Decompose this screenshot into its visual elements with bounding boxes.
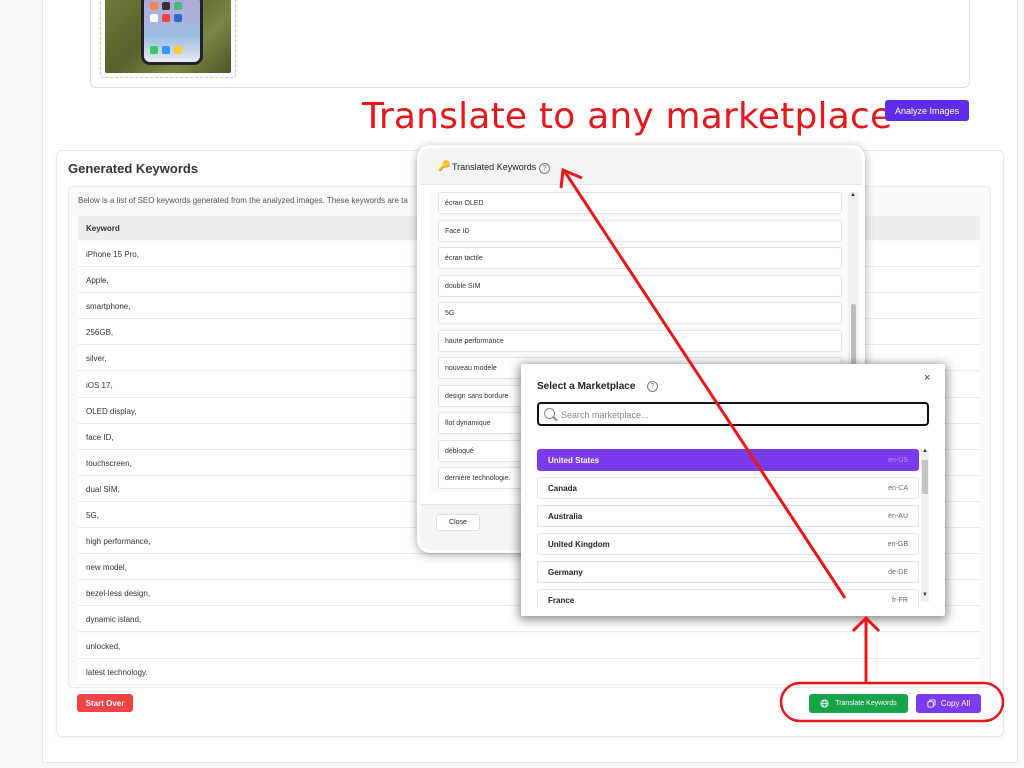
translated-keyword-text: Face ID [445, 227, 470, 235]
table-row: unlocked, [78, 632, 980, 659]
keyword-cell: 5G, [86, 511, 99, 520]
translated-keyword-text: design sans bordure [445, 392, 509, 400]
globe-icon [820, 699, 829, 708]
keyword-cell: dual SIM, [86, 484, 120, 494]
keyword-cell: unlocked, [86, 641, 121, 651]
marketplace-locale-code: en-GB [887, 541, 908, 548]
marketplace-name: Germany [548, 568, 583, 577]
marketplace-name: United States [548, 456, 600, 465]
copy-all-label: Copy All [940, 699, 971, 708]
keyword-cell: dynamic island, [86, 615, 142, 625]
question-circle-icon[interactable]: ? [539, 163, 550, 174]
list-item: haute performance [438, 329, 842, 352]
keyword-cell: iOS 17, [86, 380, 113, 390]
keyword-column-header: Keyword [86, 224, 120, 233]
translated-modal-title: Translated Keywords [452, 162, 537, 172]
keyword-cell: Apple, [86, 276, 109, 286]
keyword-cell: silver, [86, 354, 107, 364]
keyword-cell: face ID, [86, 432, 114, 442]
marketplace-option[interactable]: United Kingdom en-GB [537, 533, 919, 555]
marketplace-list: United States en-US Canada en-CA Australia en… [537, 448, 921, 606]
translate-keywords-button[interactable]: Translate Keywords [809, 694, 908, 713]
keyword-cell: touchscreen, [86, 458, 132, 468]
translated-keyword-text: écran tactile [445, 255, 483, 262]
translated-modal-header: 🔑 Translated Keywords ? [420, 148, 862, 185]
list-item: 5G [438, 302, 842, 324]
start-over-button[interactable]: Start Over [77, 694, 133, 712]
list-item: Face ID [438, 219, 842, 242]
scrollbar-thumb[interactable] [922, 460, 928, 494]
promo-annotation-text: Translate to any marketplace [362, 96, 893, 137]
marketplace-locale-code: fr-FR [892, 597, 908, 604]
translate-keywords-label: Translate Keywords [835, 700, 897, 707]
marketplace-option[interactable]: Germany de-DE [537, 561, 919, 583]
table-row: latest technology. [78, 658, 980, 685]
marketplace-list-scrollbar[interactable]: ▲ ▼ [921, 448, 929, 602]
copy-icon [927, 699, 936, 708]
key-icon: 🔑 [438, 161, 451, 172]
keyword-cell: OLED display, [86, 406, 137, 416]
generated-keywords-title: Generated Keywords [68, 161, 199, 176]
marketplace-locale-code: en-CA [888, 485, 908, 492]
question-circle-icon[interactable]: ? [647, 381, 658, 392]
marketplace-name: France [548, 596, 575, 605]
marketplace-option[interactable]: France fr-FR [537, 589, 919, 606]
translated-keyword-text: haute performance [445, 337, 504, 345]
scroll-up-arrow-icon[interactable]: ▲ [850, 192, 856, 198]
list-item: écran tactile [438, 247, 842, 269]
scroll-up-arrow-icon[interactable]: ▲ [922, 448, 928, 454]
marketplace-name: United Kingdom [548, 540, 610, 549]
translated-keyword-text: îlot dynamique [445, 420, 491, 427]
translated-keyword-text: double SIM [445, 282, 481, 290]
marketplace-locale-code: de-DE [888, 569, 908, 576]
marketplace-locale-code: en-AU [888, 513, 908, 520]
keyword-cell: bezel-less design, [86, 589, 151, 599]
marketplace-option[interactable]: United States en-US [537, 449, 919, 471]
marketplace-option[interactable]: Australia en-AU [537, 505, 919, 527]
iphone-image [141, 0, 203, 65]
keyword-cell: latest technology. [86, 667, 148, 677]
image-thumbnail[interactable] [100, 0, 236, 78]
keyword-cell: iPhone 15 Pro, [86, 250, 139, 259]
marketplace-option[interactable]: Canada en-CA [537, 477, 919, 499]
marketplace-name: Australia [548, 512, 583, 521]
translated-keyword-text: 5G [445, 310, 455, 317]
search-icon-handle [553, 416, 558, 422]
keyword-cell: smartphone, [86, 302, 131, 312]
close-icon[interactable]: × [924, 372, 930, 384]
scroll-down-arrow-icon[interactable]: ▼ [922, 592, 928, 598]
select-marketplace-modal: Select a Marketplace ? × United States en… [521, 364, 945, 616]
copy-all-button[interactable]: Copy All [916, 694, 981, 713]
translated-keyword-text: débloqué [445, 447, 474, 455]
marketplace-modal-title: Select a Marketplace [537, 381, 636, 392]
list-item: écran OLED [438, 192, 842, 214]
list-item: double SIM [438, 274, 842, 297]
translated-keyword-text: écran OLED [445, 200, 484, 207]
product-photo [105, 0, 231, 73]
marketplace-search-box[interactable] [537, 402, 929, 426]
keyword-cell: new model, [86, 563, 127, 573]
keywords-description: Below is a list of SEO keywords generate… [78, 196, 408, 205]
marketplace-name: Canada [548, 484, 577, 493]
translated-keyword-text: nouveau modèle [445, 365, 497, 372]
marketplace-locale-code: en-US [888, 457, 908, 464]
analyze-images-button[interactable]: Analyze Images [885, 100, 969, 121]
keyword-cell: high performance, [86, 537, 151, 547]
keyword-cell: 256GB, [86, 328, 114, 338]
marketplace-search-input[interactable] [559, 406, 923, 424]
translated-keyword-text: dernière technologie. [445, 475, 511, 482]
close-button[interactable]: Close [436, 514, 480, 531]
